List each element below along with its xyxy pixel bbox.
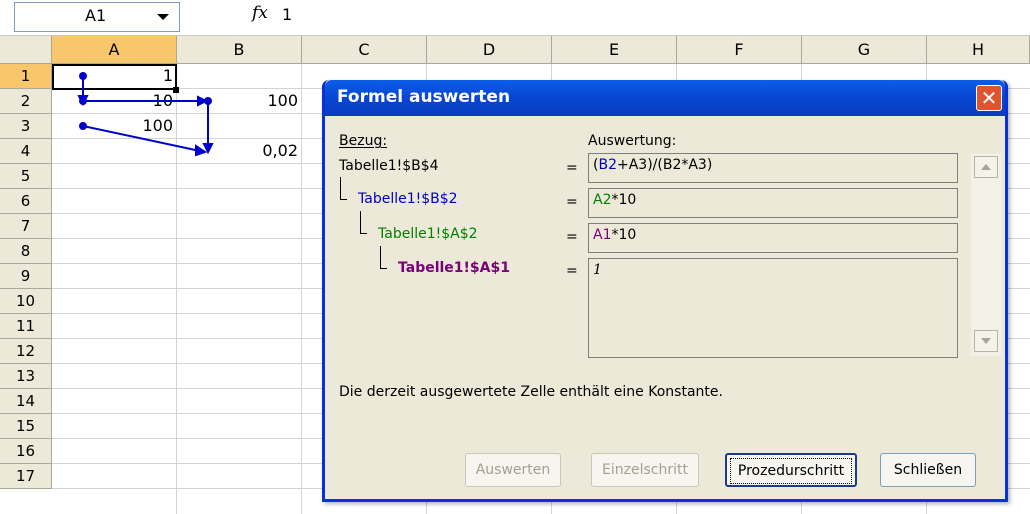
- bezug-label: Bezug:: [339, 133, 388, 149]
- arrow-down-icon: [981, 338, 991, 344]
- reference-a2: Tabelle1!$A$2: [378, 226, 478, 242]
- col-header-c[interactable]: C: [302, 36, 427, 64]
- row-header-14[interactable]: 14: [0, 389, 52, 414]
- evaluate-button[interactable]: Auswerten: [465, 453, 561, 487]
- eval-part: *10: [611, 227, 637, 243]
- col-header-e[interactable]: E: [552, 36, 677, 64]
- row-header-6[interactable]: 6: [0, 189, 52, 214]
- eval-part: +A3)/(B2*A3): [616, 157, 713, 173]
- evaluation-box-b4[interactable]: (B2+A3)/(B2*A3): [588, 153, 958, 183]
- tree-connector: [380, 246, 387, 269]
- equals-sign: =: [566, 229, 578, 245]
- evaluation-box-a2[interactable]: A1*10: [588, 223, 958, 253]
- row-header-7[interactable]: 7: [0, 214, 52, 239]
- step-in-button[interactable]: Einzelschritt: [591, 453, 699, 487]
- trace-precedent-arrows: [77, 72, 214, 157]
- step-out-label: Prozedurschritt: [730, 458, 852, 484]
- evaluation-box-a1[interactable]: 1: [588, 258, 958, 358]
- dialog-title-bar[interactable]: Formel auswerten ✕: [325, 80, 1005, 116]
- scroll-down-button[interactable]: [974, 330, 998, 352]
- trace-arrow-line: [82, 125, 201, 152]
- row-header-10[interactable]: 10: [0, 289, 52, 314]
- eval-ref-b2: B2: [598, 157, 617, 173]
- eval-value: 1: [593, 262, 602, 278]
- row-header-16[interactable]: 16: [0, 439, 52, 464]
- close-dialog-button[interactable]: Schließen: [880, 453, 976, 487]
- scroll-up-button[interactable]: [974, 156, 998, 178]
- equals-sign: =: [566, 160, 578, 176]
- reference-b2: Tabelle1!$B$2: [358, 191, 458, 207]
- trace-arrow-head: [195, 144, 208, 157]
- evaluation-box-b2[interactable]: A2*10: [588, 188, 958, 218]
- step-out-button[interactable]: Prozedurschritt: [725, 453, 857, 487]
- close-icon: ✕: [980, 86, 998, 110]
- dialog-title: Formel auswerten: [337, 87, 511, 107]
- col-header-d[interactable]: D: [427, 36, 552, 64]
- status-message: Die derzeit ausgewertete Zelle enthält e…: [339, 384, 723, 400]
- row-header-15[interactable]: 15: [0, 414, 52, 439]
- close-button[interactable]: ✕: [976, 85, 1002, 111]
- evaluate-formula-dialog: Formel auswerten ✕ Bezug: Auswertung: Ta…: [322, 80, 1008, 502]
- name-box-dropdown[interactable]: [150, 2, 180, 32]
- eval-ref-a1: A1: [593, 227, 612, 243]
- row-header-12[interactable]: 12: [0, 339, 52, 364]
- col-header-h[interactable]: H: [927, 36, 1030, 64]
- row-header-17[interactable]: 17: [0, 464, 52, 489]
- tree-connector: [360, 211, 367, 234]
- row-header-8[interactable]: 8: [0, 239, 52, 264]
- reference-b4: Tabelle1!$B$4: [339, 158, 439, 174]
- formula-input[interactable]: 1: [282, 2, 1030, 32]
- row-header-9[interactable]: 9: [0, 264, 52, 289]
- fx-icon[interactable]: fx: [252, 3, 268, 23]
- auswertung-label: Auswertung:: [588, 133, 677, 149]
- chevron-down-icon: [157, 14, 169, 20]
- reference-a1: Tabelle1!$A$1: [398, 260, 510, 276]
- eval-part: *10: [611, 192, 637, 208]
- formula-bar: A1 fx 1: [0, 0, 1030, 36]
- arrow-up-icon: [981, 164, 991, 170]
- tree-connector: [340, 177, 347, 200]
- eval-ref-a2: A2: [593, 192, 612, 208]
- formula-value: 1: [282, 5, 293, 24]
- equals-sign: =: [566, 263, 578, 279]
- row-header-11[interactable]: 11: [0, 314, 52, 339]
- col-header-f[interactable]: F: [677, 36, 802, 64]
- trace-arrow-head: [202, 143, 214, 155]
- name-box-value: A1: [85, 6, 107, 25]
- col-header-g[interactable]: G: [802, 36, 927, 64]
- equals-sign: =: [566, 194, 578, 210]
- vertical-scrollbar[interactable]: [971, 154, 1001, 356]
- row-header-13[interactable]: 13: [0, 364, 52, 389]
